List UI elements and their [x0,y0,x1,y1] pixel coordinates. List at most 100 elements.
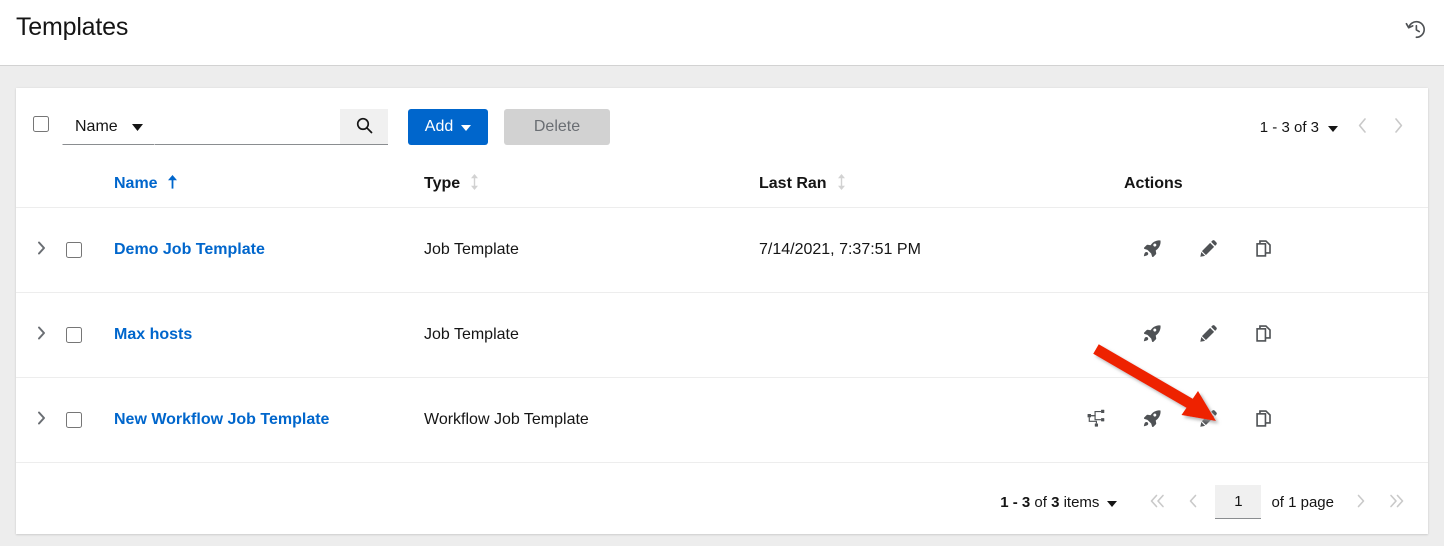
edit-template-button[interactable] [1180,315,1236,355]
sort-icon [837,174,846,195]
row-toggle-cell [16,377,66,462]
activity-history-button[interactable] [1398,12,1432,46]
row-expand-button[interactable] [28,407,54,433]
copy-icon [1255,409,1274,431]
chevron-right-icon [37,411,46,428]
sort-icon [470,174,479,195]
table-header-row: Name Type [16,162,1428,207]
copy-template-button[interactable] [1236,400,1292,440]
copy-template-button[interactable] [1236,230,1292,270]
bottom-pagination-prev-button[interactable] [1175,484,1211,520]
bottom-pagination-summary: 1 - 3 of 3 items [1000,494,1099,511]
launch-template-button[interactable] [1124,315,1180,355]
column-header-actions: Actions [1066,162,1428,207]
chevron-right-icon [37,326,46,343]
row-actions-cell [1066,377,1428,462]
row-last-ran-cell [759,377,1066,462]
caret-down-icon [1107,494,1117,511]
workflow-visualizer-icon [1087,409,1106,431]
chevron-right-icon [37,241,46,258]
templates-card: Name Add Delete [16,88,1428,534]
column-header-actions-label: Actions [1124,175,1183,193]
bottom-pagination-next-button[interactable] [1342,484,1378,520]
copy-icon [1255,239,1274,261]
top-pagination-summary-toggle[interactable]: 1 - 3 of 3 [1260,119,1344,136]
table-body: Demo Job Template Job Template 7/14/2021… [16,207,1428,462]
template-name-link[interactable]: Max hosts [114,326,192,343]
page-header: Templates [0,0,1444,66]
rocket-icon [1143,409,1162,431]
filter-group: Name [62,109,388,145]
column-header-name-label: Name [114,175,158,193]
launch-template-button[interactable] [1124,400,1180,440]
row-actions-cell [1066,292,1428,377]
row-type-cell: Workflow Job Template [424,377,759,462]
page-number-input[interactable] [1215,485,1261,519]
template-name-link[interactable]: Demo Job Template [114,241,265,258]
table-head: Name Type [16,162,1428,207]
bottom-pagination-summary-toggle[interactable]: 1 - 3 of 3 items [1000,494,1117,511]
copy-icon [1255,324,1274,346]
top-pagination-next-button[interactable] [1380,109,1416,145]
launch-template-button[interactable] [1124,230,1180,270]
copy-template-button[interactable] [1236,315,1292,355]
chevron-down-icon [132,118,143,136]
top-pagination: 1 - 3 of 3 [1260,109,1416,145]
column-header-name[interactable]: Name [114,162,424,207]
row-name-cell: Max hosts [114,292,424,377]
add-button-label: Add [425,118,453,136]
column-header-last-ran[interactable]: Last Ran [759,162,1066,207]
row-expand-button[interactable] [28,237,54,263]
template-name-link[interactable]: New Workflow Job Template [114,411,329,428]
caret-down-icon [461,118,471,136]
toolbar: Name Add Delete [16,88,1428,162]
rocket-icon [1143,239,1162,261]
row-last-ran-cell [759,292,1066,377]
select-all-checkbox[interactable] [33,116,49,132]
table-row: New Workflow Job Template Workflow Job T… [16,377,1428,462]
row-expand-button[interactable] [28,322,54,348]
row-select-checkbox[interactable] [66,327,82,343]
total-pages-label: of 1 page [1271,494,1334,511]
row-name-cell: New Workflow Job Template [114,377,424,462]
row-select-checkbox[interactable] [66,242,82,258]
filter-key-label: Name [75,118,118,136]
search-button[interactable] [340,109,388,145]
bottom-pagination-first-button[interactable] [1139,484,1175,520]
filter-key-select[interactable]: Name [62,109,155,145]
angle-double-right-icon [1389,494,1404,511]
angle-right-icon [1394,118,1403,136]
history-icon [1404,18,1426,40]
row-last-ran-cell: 7/14/2021, 7:37:51 PM [759,207,1066,292]
table-row: Demo Job Template Job Template 7/14/2021… [16,207,1428,292]
column-header-last-ran-label: Last Ran [759,175,827,193]
th-checkbox [66,162,114,207]
row-checkbox-cell [66,377,114,462]
bottom-pagination: 1 - 3 of 3 items of 1 page [16,470,1428,534]
page-title: Templates [16,11,128,43]
top-pagination-prev-button[interactable] [1344,109,1380,145]
sort-ascending-icon [168,175,177,194]
search-icon [356,117,373,137]
bottom-pagination-last-button[interactable] [1378,484,1414,520]
edit-template-button[interactable] [1180,230,1236,270]
pencil-icon [1199,324,1218,346]
edit-template-button[interactable] [1180,400,1236,440]
add-button[interactable]: Add [408,109,488,145]
row-toggle-cell [16,207,66,292]
row-checkbox-cell [66,207,114,292]
angle-right-icon [1356,494,1365,511]
column-header-type[interactable]: Type [424,162,759,207]
row-toggle-cell [16,292,66,377]
row-type-cell: Job Template [424,292,759,377]
top-pagination-summary: 1 - 3 of 3 [1260,119,1319,136]
search-input[interactable] [155,109,340,145]
row-name-cell: Demo Job Template [114,207,424,292]
row-select-checkbox[interactable] [66,412,82,428]
th-toggle [16,162,66,207]
row-checkbox-cell [66,292,114,377]
delete-button-label: Delete [534,118,580,136]
workflow-visualizer-button[interactable] [1068,400,1124,440]
caret-down-icon [1328,119,1338,136]
delete-button[interactable]: Delete [504,109,610,145]
